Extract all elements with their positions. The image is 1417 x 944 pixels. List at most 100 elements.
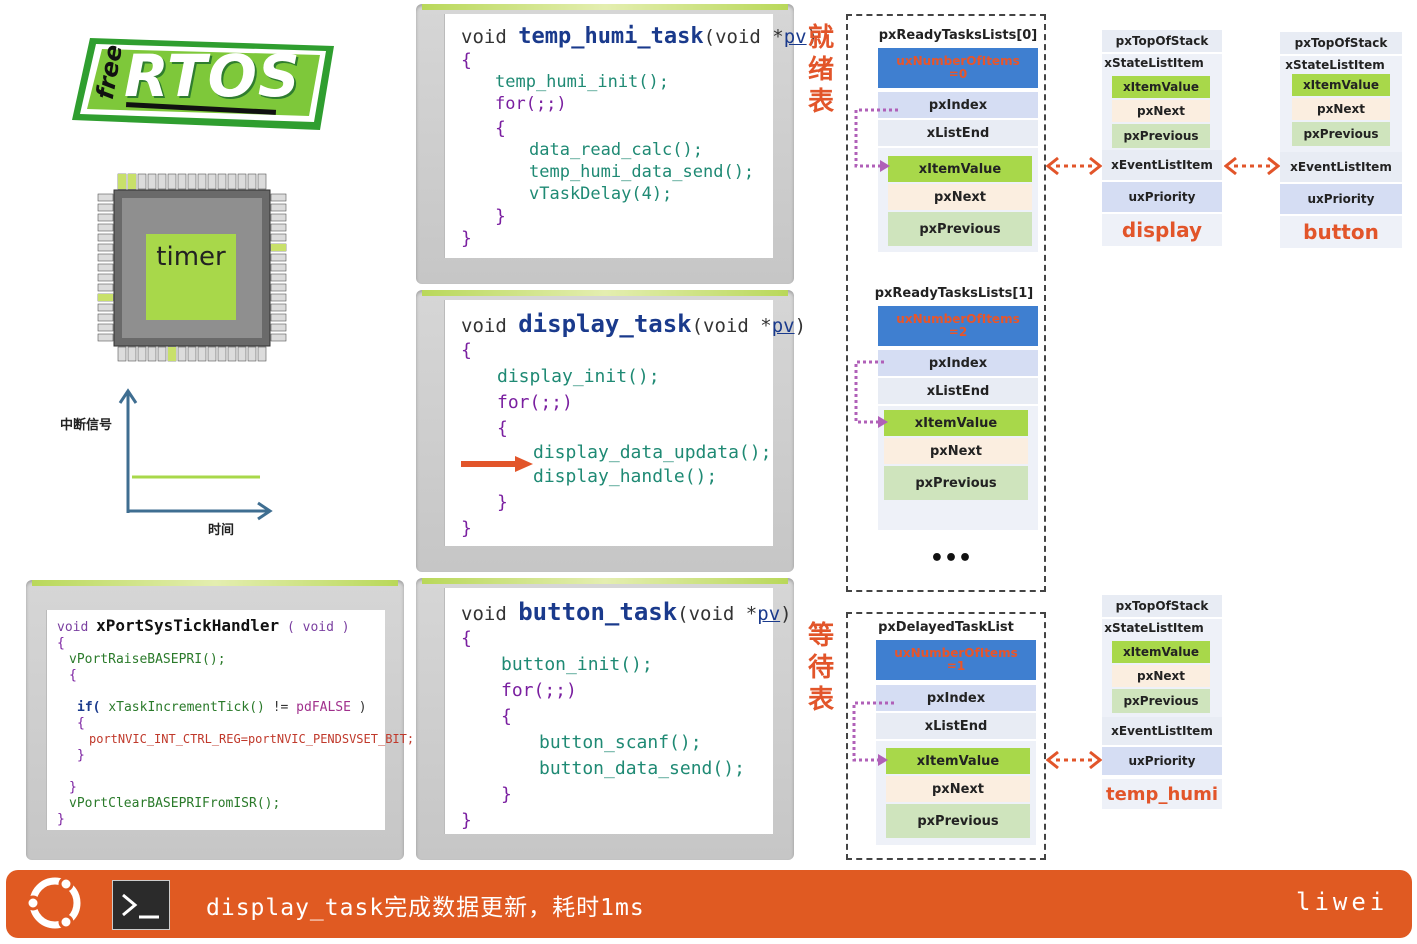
tcb-prev: pxPrevious xyxy=(1112,689,1210,713)
kw-if: if( xyxy=(77,700,101,715)
tcb-prev: pxPrevious xyxy=(1112,124,1210,148)
delayed-list-next: pxNext xyxy=(886,776,1030,802)
code-line-1: vPortRaiseBASEPRI(); xyxy=(69,652,226,667)
sig-close: ) xyxy=(794,315,807,337)
index-pointer-arrows xyxy=(852,108,898,766)
tcb-priority: uxPriority xyxy=(1102,747,1222,775)
link-arrow-delayed-temphumi xyxy=(1046,750,1102,770)
ready-list-0-title: pxReadyTasksLists[0] xyxy=(878,27,1038,43)
tcb-prev: pxPrevious xyxy=(1292,122,1390,146)
brace-close-2: } xyxy=(501,784,512,805)
tcb-state-list-item: xStateListItem xyxy=(1285,58,1385,72)
count-value: =2 xyxy=(948,325,968,339)
sig-args: ( void ) xyxy=(287,620,350,635)
wait-char-1: 等 xyxy=(807,621,834,651)
kw-void: void xyxy=(461,26,507,48)
code-area: void xPortSysTickHandler ( void ) { vPor… xyxy=(46,610,414,830)
code-line-for: for(;;) xyxy=(501,680,577,701)
ready-char-1: 就 xyxy=(807,23,834,53)
button-task-panel: void button_task(void *pv) { button_init… xyxy=(416,578,794,860)
code-line-1: button_scanf(); xyxy=(539,732,702,753)
signal-xlabel: 时间 xyxy=(208,523,235,538)
ready-list-1-count: uxNumberOfItems =2 xyxy=(878,306,1038,346)
tcb-task-name: button xyxy=(1280,216,1402,248)
brace-open: { xyxy=(461,50,472,71)
brace-close: } xyxy=(57,812,65,827)
if-call: xTaskIncrementTick() xyxy=(108,700,265,715)
tcb-display: pxTopOfStack xStateListItem xItemValue p… xyxy=(1102,30,1222,250)
code-line-for: for(;;) xyxy=(497,392,573,413)
code-area: void button_task(void *pv) { button_init… xyxy=(444,588,792,834)
link-arrow-ready0-display xyxy=(1046,156,1102,176)
tcb-event-list-item: xEventListItem xyxy=(1280,152,1402,182)
tcb-next: pxNext xyxy=(1292,98,1390,120)
ready-table-label: 就 绪 表 xyxy=(806,22,836,118)
if-val: pdFALSE xyxy=(296,700,351,715)
tcb-task-name: display xyxy=(1102,214,1222,246)
brace-open-2: { xyxy=(501,706,512,727)
tcb-item-value: xItemValue xyxy=(1112,76,1210,98)
brace-open-2: { xyxy=(495,118,506,139)
ready-list-1-end: xListEnd xyxy=(878,378,1038,404)
ready-char-2: 绪 xyxy=(807,55,834,85)
ready-list-0-item-value: xItemValue xyxy=(888,156,1032,182)
brace-close-3: } xyxy=(77,748,85,763)
brace-close-2: } xyxy=(497,492,508,513)
ready-list-0-index: pxIndex xyxy=(878,92,1038,118)
brace-open: { xyxy=(461,628,472,649)
code-line-2: display_handle(); xyxy=(533,466,718,487)
ready-list-0-end: xListEnd xyxy=(878,120,1038,146)
ready-list-0-prev: pxPrevious xyxy=(888,212,1032,246)
brace-open-2: { xyxy=(497,418,508,439)
count-value: =1 xyxy=(946,659,966,673)
wait-table-label: 等 待 表 xyxy=(806,620,836,716)
tcb-state-list-item: xStateListItem xyxy=(1104,56,1204,70)
sig-args: (void * xyxy=(677,603,758,625)
code-area: void display_task(void *pv) { display_in… xyxy=(444,300,806,546)
ready-list-1-next: pxNext xyxy=(884,438,1028,464)
link-arrow-display-button xyxy=(1224,156,1280,176)
wait-char-3: 表 xyxy=(807,685,834,715)
code-line-for: for(;;) xyxy=(495,94,567,114)
ready-list-0-next: pxNext xyxy=(888,184,1032,210)
code-line-init: button_init(); xyxy=(501,654,653,675)
code-line-1: display_data_updata(); xyxy=(533,442,772,463)
tcb-next: pxNext xyxy=(1112,665,1210,687)
tcb-state-list-item: xStateListItem xyxy=(1104,621,1204,635)
sig-args: (void * xyxy=(703,26,784,48)
brace-close: } xyxy=(461,518,472,539)
brace-close: } xyxy=(461,810,472,831)
function-name: temp_humi_task xyxy=(518,24,704,49)
brace-close-2: } xyxy=(495,206,506,227)
systick-handler-panel: void xPortSysTickHandler ( void ) { vPor… xyxy=(26,580,414,860)
signal-ylabel: 中断信号 xyxy=(60,418,113,433)
if-close: ) xyxy=(358,700,367,715)
code-line-1: data_read_calc(); xyxy=(529,140,703,160)
tcb-priority: uxPriority xyxy=(1280,184,1402,214)
delayed-list-end: xListEnd xyxy=(876,713,1036,739)
tcb-temp-humi: pxTopOfStack xStateListItem xItemValue p… xyxy=(1102,595,1222,815)
ubuntu-logo-icon[interactable] xyxy=(20,868,90,938)
tcb-top-of-stack: pxTopOfStack xyxy=(1280,32,1402,54)
ready-list-1-item-value: xItemValue xyxy=(884,410,1028,436)
temp-humi-task-panel: void temp_humi_task(void *pv) { temp_hum… xyxy=(416,4,818,284)
execution-pointer-arrow-icon xyxy=(461,456,533,472)
wait-char-2: 待 xyxy=(807,653,834,683)
tcb-priority: uxPriority xyxy=(1102,182,1222,212)
author-name: liwei xyxy=(1296,888,1389,916)
sig-param: pv xyxy=(771,315,795,337)
terminal-icon[interactable] xyxy=(112,880,170,930)
mcu-chip: timer xyxy=(96,172,288,362)
kw-void: void xyxy=(461,315,507,337)
brace-close-2: } xyxy=(69,780,77,795)
tcb-event-list-item: xEventListItem xyxy=(1102,717,1222,745)
delayed-list-prev: pxPrevious xyxy=(886,804,1030,838)
tcb-next: pxNext xyxy=(1112,100,1210,122)
tcb-top-of-stack: pxTopOfStack xyxy=(1102,595,1222,617)
brace-open: { xyxy=(461,340,472,361)
signal-axes xyxy=(118,385,278,525)
sig-close: ) xyxy=(780,603,792,625)
code-line-2: button_data_send(); xyxy=(539,758,745,779)
sig-param: pv xyxy=(783,26,807,48)
function-name: xPortSysTickHandler xyxy=(96,616,280,635)
